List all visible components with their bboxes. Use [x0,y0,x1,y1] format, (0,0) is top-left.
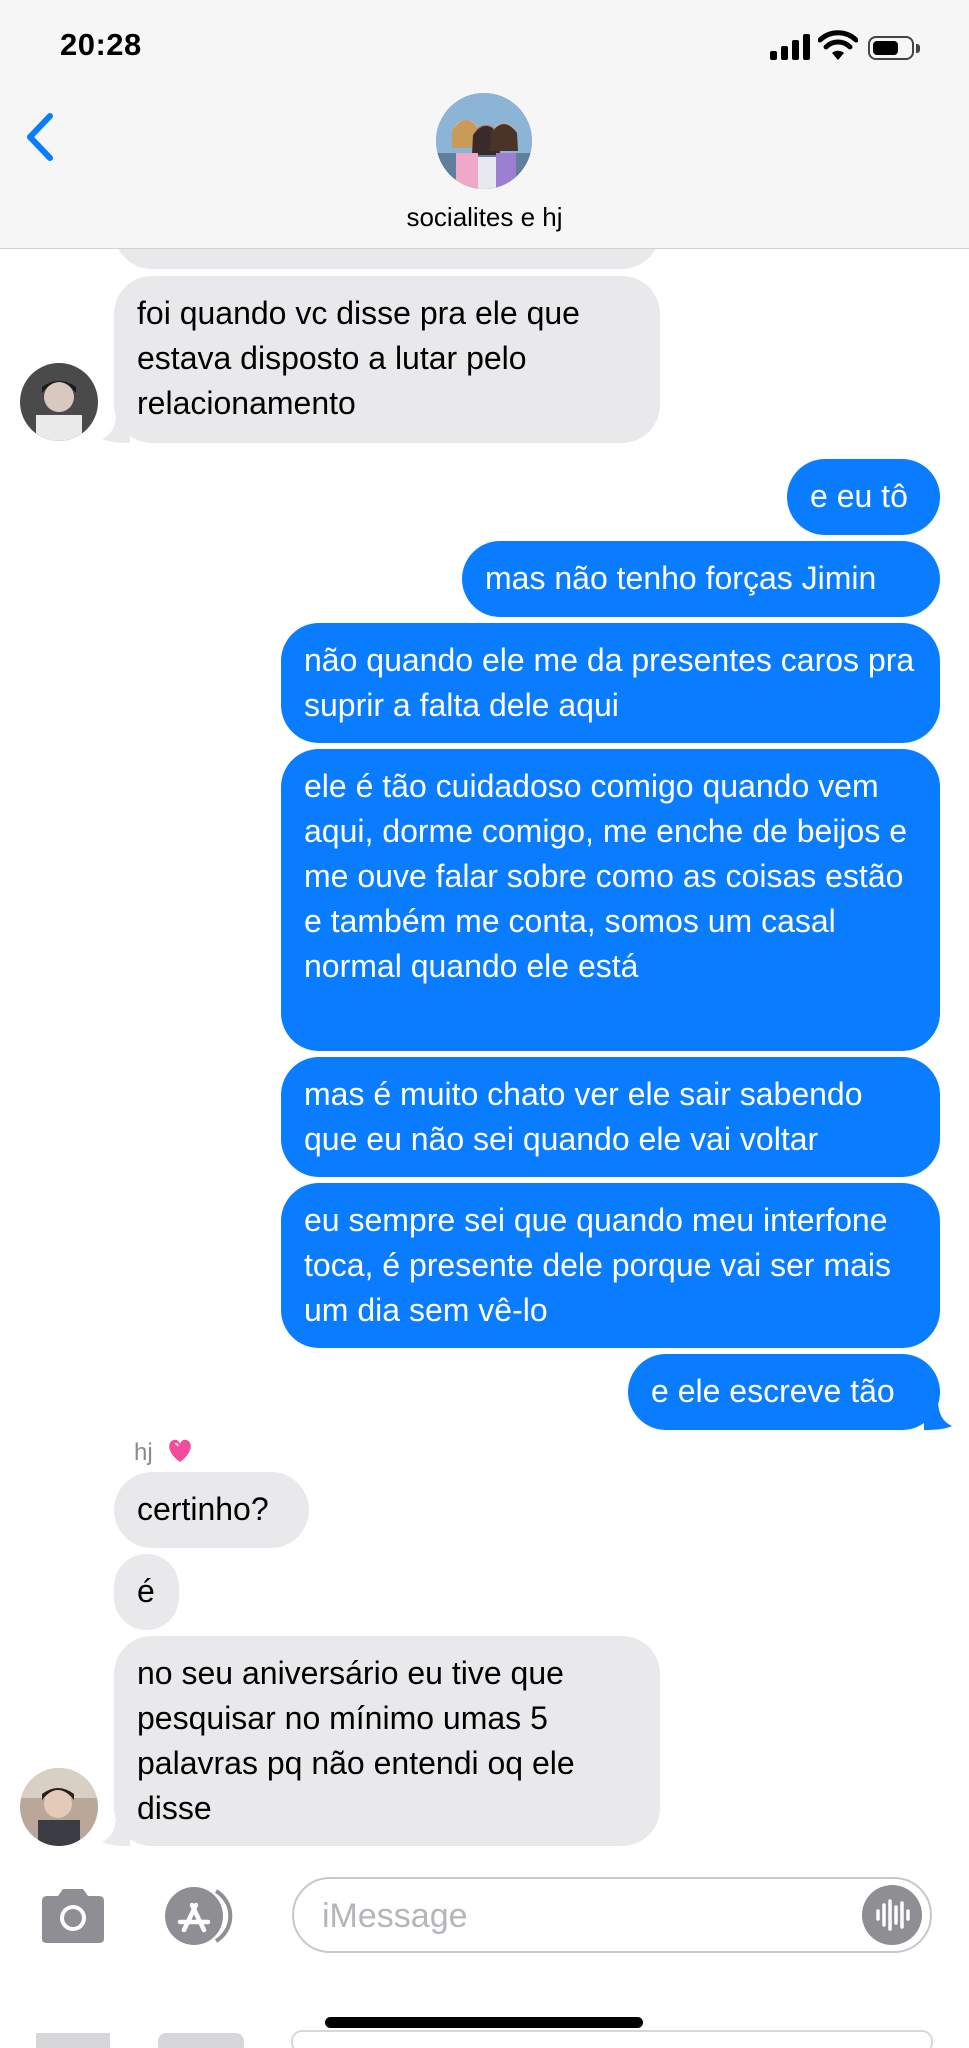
message-text: foi quando vc disse pra ele que estava d… [137,295,580,421]
message-bubble-outgoing[interactable]: e eu tô [787,459,940,535]
status-bar: 20:28 [0,0,969,90]
sender-name: hj [134,1436,195,1467]
message-bubble-partial [114,249,660,269]
message-text: eu sempre sei que quando meu interfone t… [304,1202,891,1328]
group-avatar[interactable] [436,93,532,189]
message-bubble-incoming[interactable]: no seu aniversário eu tive que pesquisar… [114,1636,660,1846]
cellular-signal-icon [770,32,816,60]
wifi-icon [818,30,858,60]
message-text: mas é muito chato ver ele sair sabendo q… [304,1076,863,1157]
message-input[interactable] [320,1889,844,1943]
message-text: e ele escreve tão [651,1373,895,1409]
status-time: 20:28 [60,27,142,62]
background-app-preview [0,2029,969,2048]
message-text: e eu tô [810,478,908,514]
message-bubble-outgoing[interactable]: mas não tenho forças Jimin [462,541,940,617]
camera-icon[interactable] [36,1885,110,1947]
message-bubble-outgoing[interactable]: não quando ele me da presentes caros pra… [281,623,940,743]
message-bubble-incoming[interactable]: certinho? [114,1472,309,1548]
chevron-left-icon[interactable] [14,102,64,172]
message-bubble-outgoing[interactable]: ele é tão cuidadoso comigo quando vem aq… [281,749,940,1051]
message-bubble-incoming[interactable]: é [114,1554,179,1630]
message-thread[interactable]: foi quando vc disse pra ele que estava d… [0,249,969,1875]
contact-avatar[interactable] [20,1768,98,1846]
message-text: certinho? [137,1491,269,1527]
message-bubble-outgoing[interactable]: eu sempre sei que quando meu interfone t… [281,1183,940,1348]
battery-icon [868,36,920,60]
message-text: no seu aniversário eu tive que pesquisar… [137,1655,575,1826]
group-name[interactable]: socialites e hj [0,202,969,233]
sparkling-heart-emoji [169,1439,192,1462]
bubble-tail [924,1400,952,1430]
conversation-header: socialites e hj [0,90,969,249]
bubble-tail [102,1816,130,1846]
message-text: ele é tão cuidadoso comigo quando vem aq… [304,768,908,984]
message-text: não quando ele me da presentes caros pra… [304,642,915,723]
message-bubble-outgoing[interactable]: mas é muito chato ver ele sair sabendo q… [281,1057,940,1177]
compose-bar [0,1875,969,2048]
message-field[interactable] [292,1877,932,1953]
waveform-icon[interactable] [862,1885,922,1945]
contact-avatar[interactable] [20,363,98,441]
app-store-icon[interactable] [158,1885,244,1947]
message-text: é [137,1573,155,1609]
message-text: mas não tenho forças Jimin [485,560,877,596]
message-bubble-incoming[interactable]: foi quando vc disse pra ele que estava d… [114,276,660,443]
home-indicator[interactable] [325,2017,643,2028]
message-bubble-outgoing[interactable]: e ele escreve tão [628,1354,940,1430]
bubble-tail [102,413,130,443]
